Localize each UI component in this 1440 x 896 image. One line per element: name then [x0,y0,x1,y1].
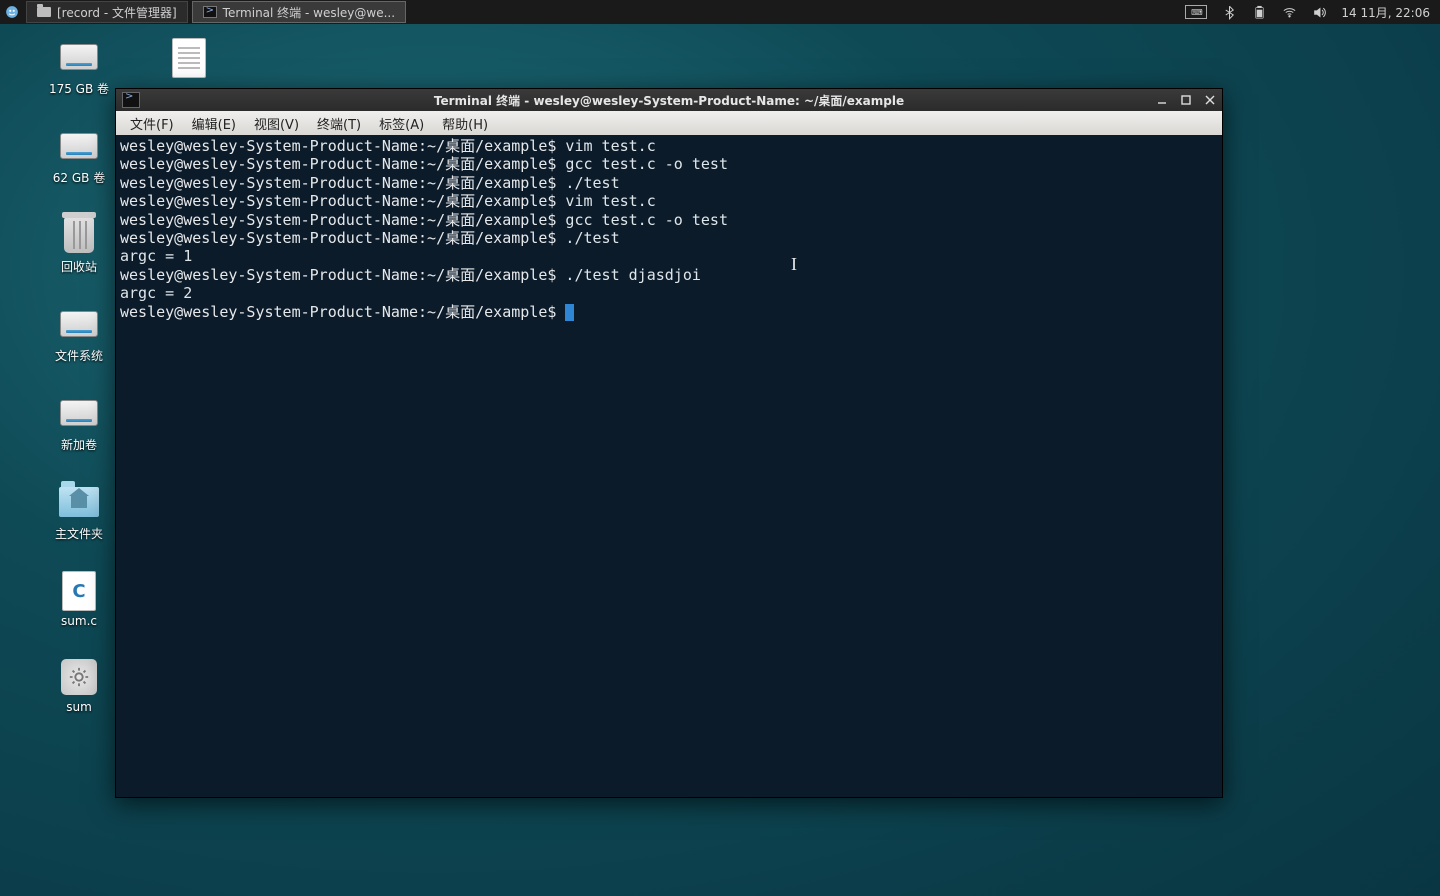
drive-icon [60,311,98,337]
panel-left: [record - 文件管理器] Terminal 终端 - wesley@we… [0,0,408,24]
desktop-icon-sum-c[interactable]: C sum.c [34,572,124,628]
terminal-line: argc = 1 [120,247,1218,265]
terminal-line: wesley@wesley-System-Product-Name:~/桌面/e… [120,303,1218,321]
taskbar-item-terminal[interactable]: Terminal 终端 - wesley@we... [192,1,406,23]
menubar: 文件(F) 编辑(E) 视图(V) 终端(T) 标签(A) 帮助(H) [116,111,1222,135]
terminal-line: wesley@wesley-System-Product-Name:~/桌面/e… [120,266,1218,284]
drive-icon [60,133,98,159]
window-title: Terminal 终端 - wesley@wesley-System-Produ… [434,92,904,109]
taskbar-item-file-manager[interactable]: [record - 文件管理器] [26,1,188,23]
menu-tabs[interactable]: 标签(A) [371,112,432,135]
battery-icon[interactable] [1251,4,1267,20]
terminal-line: wesley@wesley-System-Product-Name:~/桌面/e… [120,211,1218,229]
terminal-cursor [565,304,574,321]
wifi-icon[interactable] [1281,4,1297,20]
desktop-icon-newvolume[interactable]: 新加卷 [34,394,124,453]
menu-file[interactable]: 文件(F) [122,112,182,135]
bluetooth-icon[interactable] [1221,4,1237,20]
terminal-line: wesley@wesley-System-Product-Name:~/桌面/e… [120,192,1218,210]
terminal-icon [203,6,217,18]
terminal-line: wesley@wesley-System-Product-Name:~/桌面/e… [120,229,1218,247]
desktop-icon-drive-175gb[interactable]: 175 GB 卷 [34,38,124,97]
document-icon [172,38,206,78]
desktop-icon-trash[interactable]: 回收站 [34,216,124,275]
keyboard-layout-icon[interactable]: ⌨ [1185,5,1207,19]
top-panel: [record - 文件管理器] Terminal 终端 - wesley@we… [0,0,1440,24]
menu-terminal[interactable]: 终端(T) [309,112,369,135]
clock[interactable]: 14 11月, 22:06 [1341,4,1430,21]
taskbar-item-label: Terminal 终端 - wesley@we... [223,4,395,21]
desktop-icon-document[interactable] [144,38,234,78]
menu-help[interactable]: 帮助(H) [434,112,496,135]
panel-right: ⌨ 14 11月, 22:06 [1185,0,1440,24]
executable-icon [61,659,97,695]
terminal-icon [122,92,140,108]
text-cursor-ibeam: I [791,255,797,273]
desktop-icons: 175 GB 卷 62 GB 卷 回收站 文件系统 新加卷 主文件夹 C sum… [34,38,124,714]
maximize-button[interactable] [1174,89,1198,111]
desktop-icon-filesystem[interactable]: 文件系统 [34,305,124,364]
terminal-line: argc = 2 [120,284,1218,302]
menu-edit[interactable]: 编辑(E) [184,112,244,135]
desktop-icon-home[interactable]: 主文件夹 [34,483,124,542]
terminal-line: wesley@wesley-System-Product-Name:~/桌面/e… [120,174,1218,192]
folder-icon [37,7,51,17]
drive-icon [60,44,98,70]
volume-icon[interactable] [1311,4,1327,20]
applications-menu-icon[interactable] [0,0,24,24]
home-folder-icon [59,487,99,517]
desktop-icon-drive-62gb[interactable]: 62 GB 卷 [34,127,124,186]
close-button[interactable] [1198,89,1222,111]
terminal-window: Terminal 终端 - wesley@wesley-System-Produ… [115,88,1223,798]
trash-icon [64,217,94,253]
menu-view[interactable]: 视图(V) [246,112,307,135]
window-controls [1150,89,1222,111]
desktop-icon-sum[interactable]: sum [34,658,124,714]
drive-icon [60,400,98,426]
terminal-line: wesley@wesley-System-Product-Name:~/桌面/e… [120,155,1218,173]
terminal-line: wesley@wesley-System-Product-Name:~/桌面/e… [120,137,1218,155]
window-titlebar[interactable]: Terminal 终端 - wesley@wesley-System-Produ… [116,89,1222,111]
minimize-button[interactable] [1150,89,1174,111]
taskbar-item-label: [record - 文件管理器] [57,4,177,21]
terminal-body[interactable]: wesley@wesley-System-Product-Name:~/桌面/e… [116,135,1222,797]
c-source-icon: C [62,571,96,611]
